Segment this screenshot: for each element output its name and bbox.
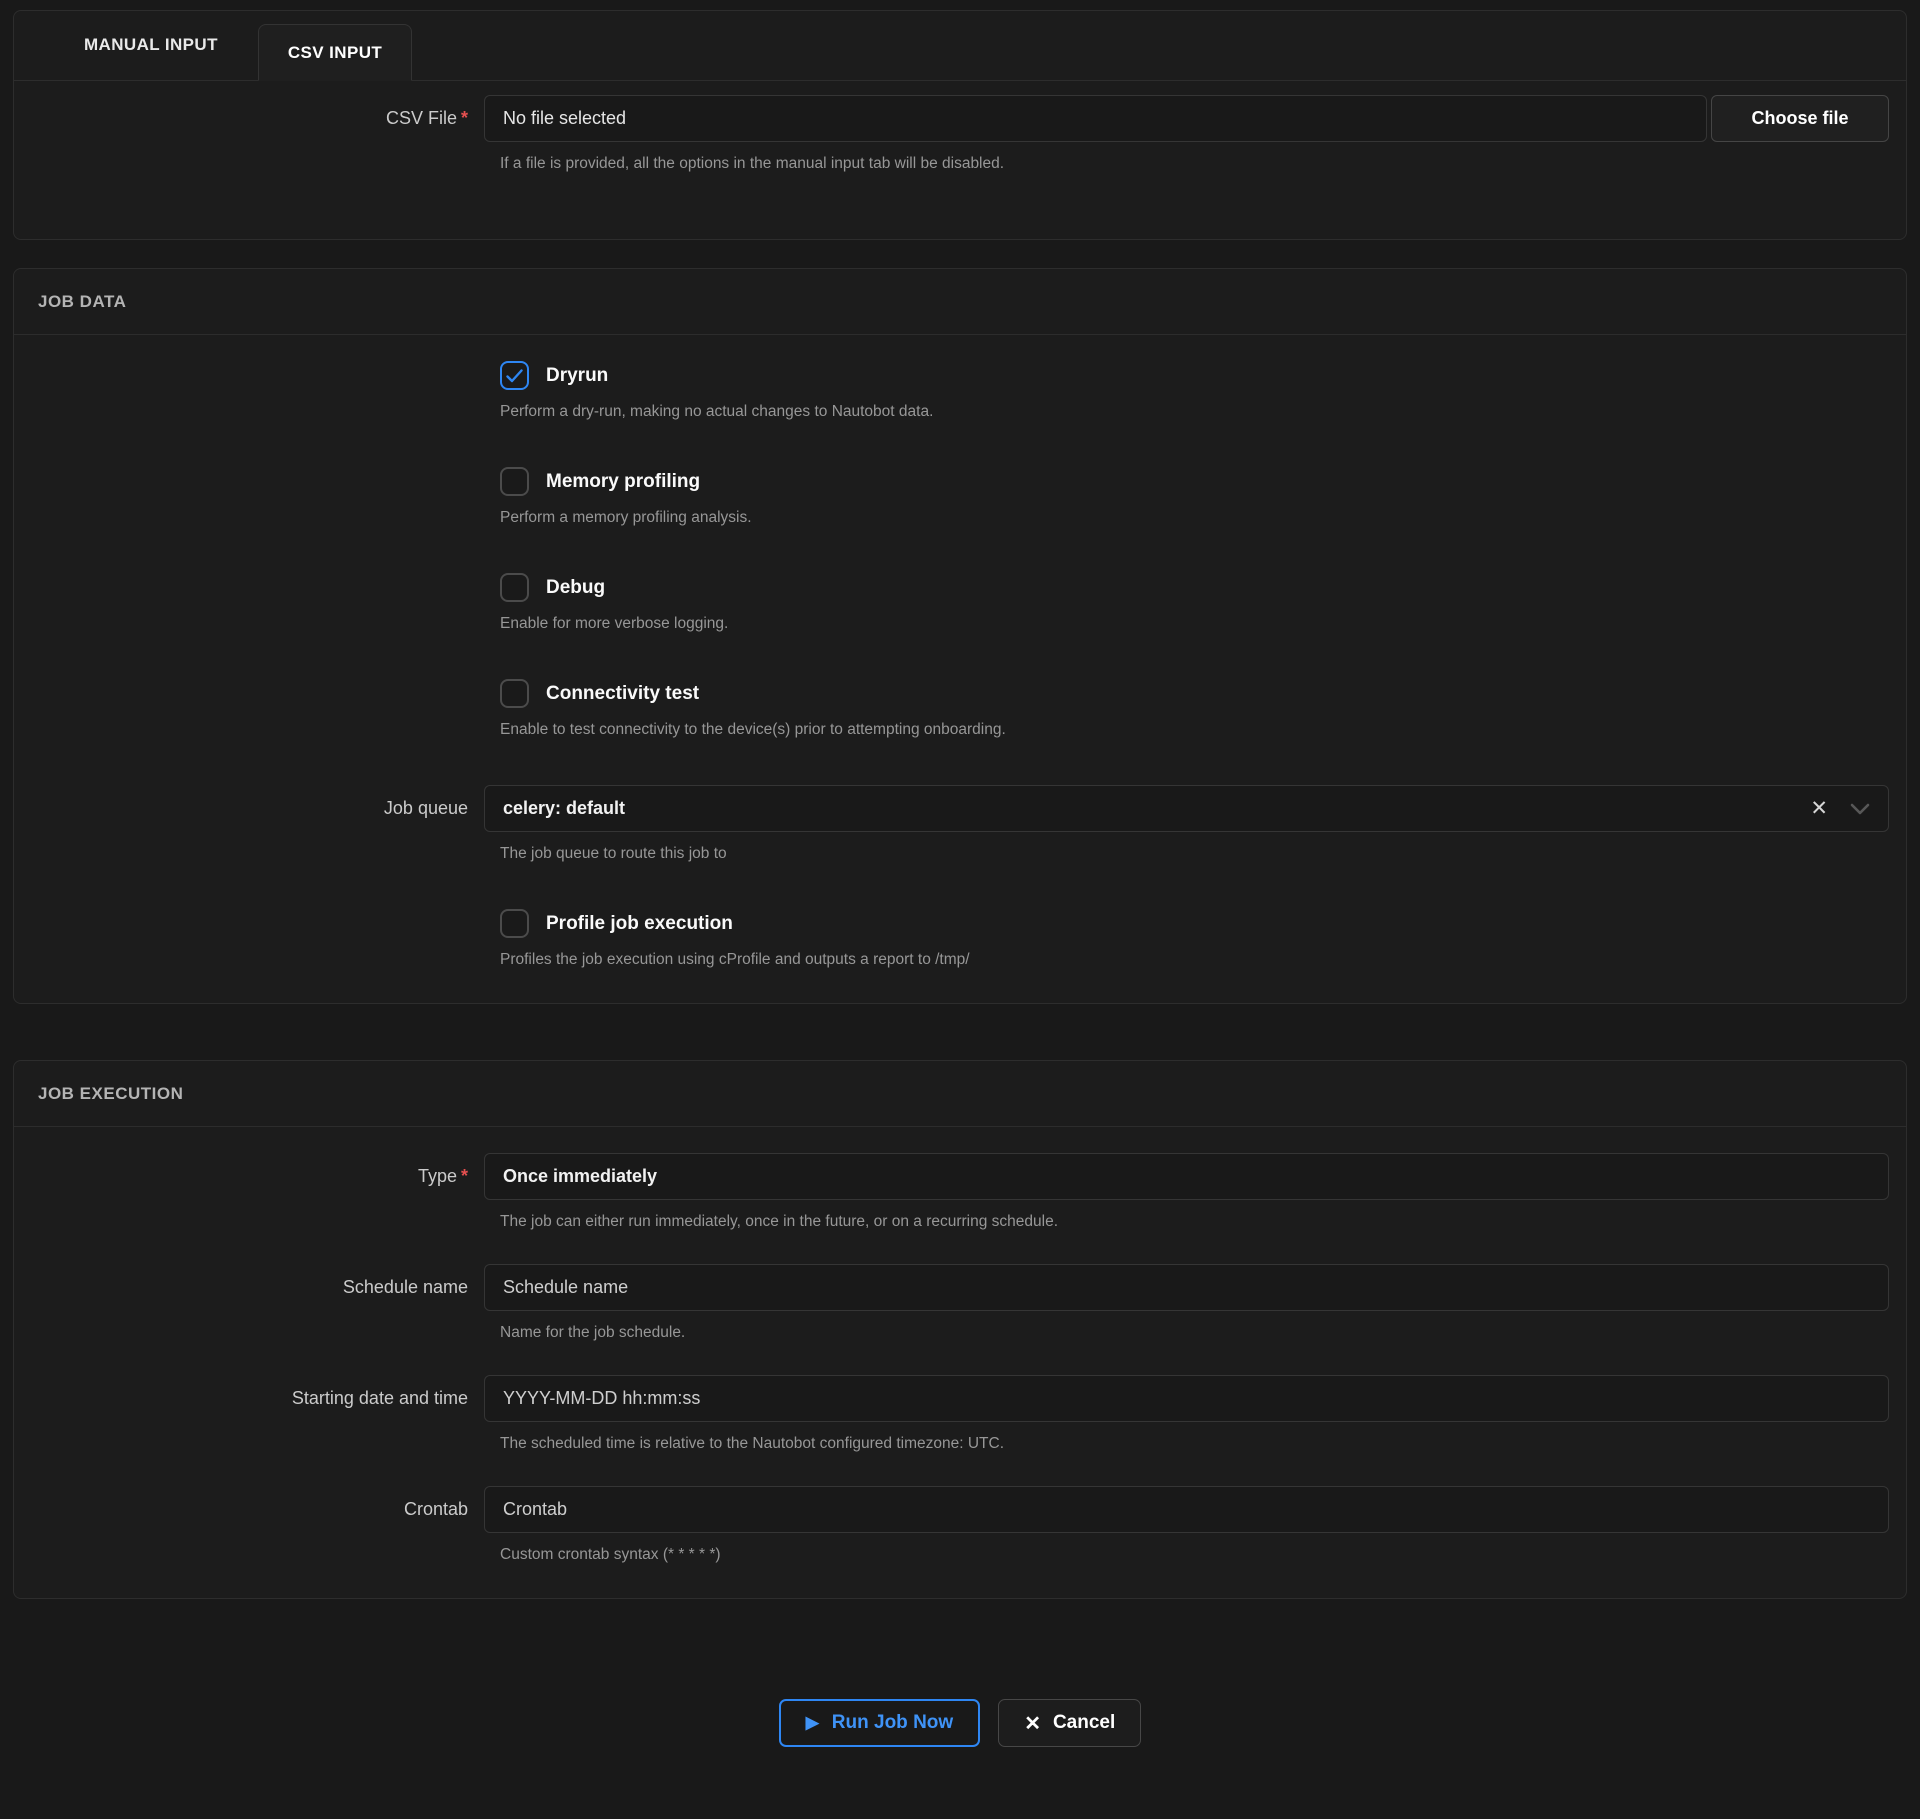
memory-profiling-checkbox[interactable]: [500, 467, 529, 496]
job-execution-body: Type* Once immediately The job can eithe…: [14, 1127, 1906, 1598]
required-asterisk: *: [461, 108, 468, 128]
type-help: The job can either run immediately, once…: [500, 1213, 1889, 1231]
run-job-now-button[interactable]: ▶ Run Job Now: [779, 1699, 980, 1747]
memory-profiling-field: Memory profiling Perform a memory profil…: [14, 467, 1906, 527]
dryrun-help: Perform a dry-run, making no actual chan…: [500, 403, 1889, 421]
job-data-body: Dryrun Perform a dry-run, making no actu…: [14, 335, 1906, 1003]
connectivity-test-label[interactable]: Connectivity test: [546, 683, 699, 705]
form-actions: ▶ Run Job Now ✕ Cancel: [13, 1699, 1907, 1747]
tab-manual-input[interactable]: MANUAL INPUT: [55, 10, 247, 80]
job-data-section-header: JOB DATA: [14, 269, 1906, 335]
profile-job-execution-checkbox[interactable]: [500, 909, 529, 938]
required-asterisk: *: [461, 1166, 468, 1186]
crontab-label: Crontab: [14, 1499, 484, 1520]
start-datetime-label: Starting date and time: [14, 1388, 484, 1409]
job-queue-field: Job queue celery: default ✕: [14, 785, 1906, 863]
run-job-form: MANUAL INPUT CSV INPUT CSV File* No file…: [0, 0, 1920, 1777]
dryrun-label[interactable]: Dryrun: [546, 365, 608, 387]
job-queue-help: The job queue to route this job to: [500, 845, 1889, 863]
start-datetime-help: The scheduled time is relative to the Na…: [500, 1435, 1889, 1453]
memory-profiling-label[interactable]: Memory profiling: [546, 471, 700, 493]
debug-checkbox[interactable]: [500, 573, 529, 602]
profile-job-execution-label[interactable]: Profile job execution: [546, 913, 733, 935]
run-job-now-label: Run Job Now: [832, 1712, 953, 1734]
clear-icon[interactable]: ✕: [1810, 798, 1828, 819]
csv-file-label: CSV File*: [14, 108, 484, 129]
debug-help: Enable for more verbose logging.: [500, 615, 1889, 633]
connectivity-test-checkbox[interactable]: [500, 679, 529, 708]
debug-label[interactable]: Debug: [546, 577, 605, 599]
schedule-name-field: Schedule name Name for the job schedule.: [14, 1264, 1906, 1342]
dryrun-field: Dryrun Perform a dry-run, making no actu…: [14, 361, 1906, 421]
job-data-panel: JOB DATA Dryrun Perform a dry-run, makin…: [13, 268, 1907, 1004]
csv-file-input[interactable]: No file selected: [484, 95, 1707, 142]
schedule-name-label: Schedule name: [14, 1277, 484, 1298]
csv-file-field: No file selected Choose file: [484, 95, 1889, 142]
input-tabbar: MANUAL INPUT CSV INPUT: [14, 11, 1906, 81]
profile-job-execution-field: Profile job execution Profiles the job e…: [14, 909, 1906, 969]
dryrun-checkbox[interactable]: [500, 361, 529, 390]
crontab-field: Crontab Custom crontab syntax (* * * * *…: [14, 1486, 1906, 1564]
chevron-down-icon[interactable]: [1850, 803, 1870, 815]
job-queue-selected-value: celery: default: [503, 798, 625, 819]
job-execution-section-header: JOB EXECUTION: [14, 1061, 1906, 1127]
tab-csv-input[interactable]: CSV INPUT: [258, 24, 412, 81]
check-icon: [506, 369, 523, 383]
close-icon: ✕: [1024, 1711, 1041, 1736]
job-execution-panel: JOB EXECUTION Type* Once immediately The…: [13, 1060, 1907, 1599]
csv-file-help: If a file is provided, all the options i…: [500, 155, 1889, 173]
type-label: Type*: [14, 1166, 484, 1187]
memory-profiling-help: Perform a memory profiling analysis.: [500, 509, 1889, 527]
job-queue-select[interactable]: celery: default ✕: [484, 785, 1889, 832]
start-datetime-field: Starting date and time The scheduled tim…: [14, 1375, 1906, 1453]
type-selected-value: Once immediately: [503, 1166, 657, 1187]
choose-file-button[interactable]: Choose file: [1711, 95, 1889, 142]
connectivity-test-help: Enable to test connectivity to the devic…: [500, 721, 1889, 739]
csv-input-tab-content: CSV File* No file selected Choose file I…: [14, 81, 1906, 239]
type-select[interactable]: Once immediately: [484, 1153, 1889, 1200]
type-field: Type* Once immediately The job can eithe…: [14, 1153, 1906, 1231]
cancel-button[interactable]: ✕ Cancel: [998, 1699, 1141, 1747]
profile-job-execution-help: Profiles the job execution using cProfil…: [500, 951, 1889, 969]
schedule-name-help: Name for the job schedule.: [500, 1324, 1889, 1342]
job-queue-label: Job queue: [14, 798, 484, 819]
input-tabs-panel: MANUAL INPUT CSV INPUT CSV File* No file…: [13, 10, 1907, 240]
debug-field: Debug Enable for more verbose logging.: [14, 573, 1906, 633]
schedule-name-input[interactable]: [484, 1264, 1889, 1311]
crontab-help: Custom crontab syntax (* * * * *): [500, 1546, 1889, 1564]
crontab-input[interactable]: [484, 1486, 1889, 1533]
connectivity-test-field: Connectivity test Enable to test connect…: [14, 679, 1906, 739]
cancel-label: Cancel: [1053, 1712, 1115, 1734]
start-datetime-input[interactable]: [484, 1375, 1889, 1422]
play-icon: ▶: [806, 1713, 819, 1733]
